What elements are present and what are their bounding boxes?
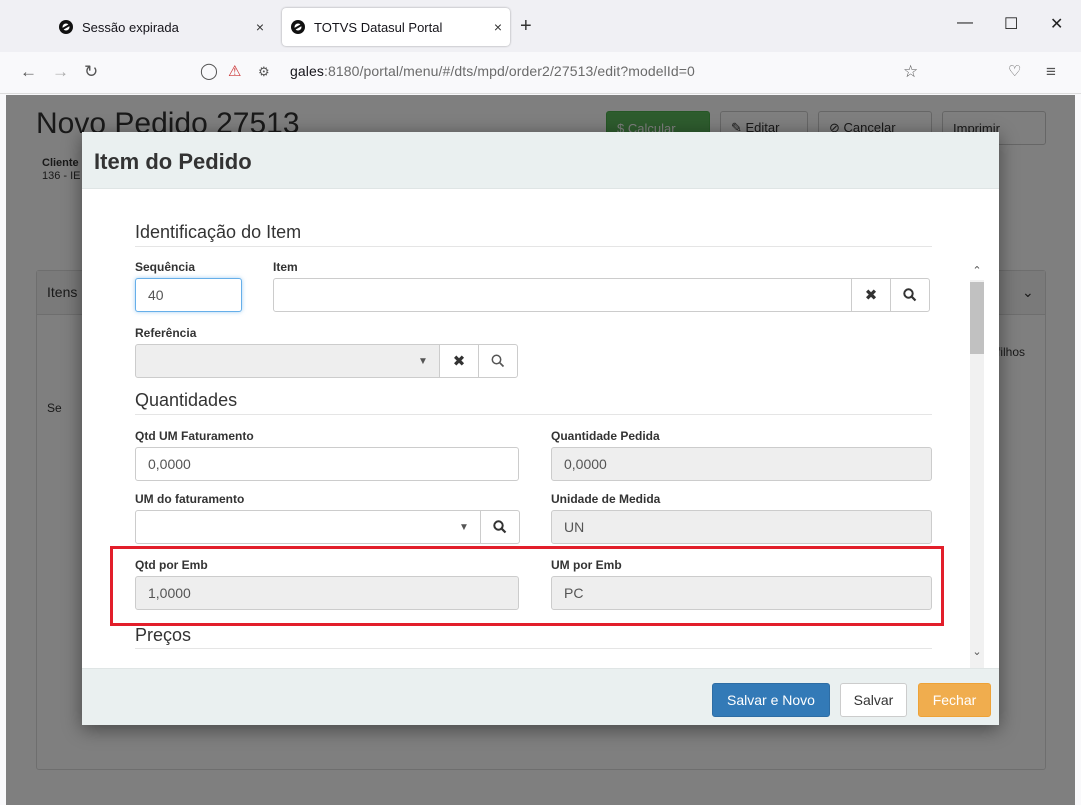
quantidade-pedida-input[interactable]: 0,0000 <box>551 447 932 481</box>
pocket-icon[interactable]: ♡ <box>1008 63 1021 81</box>
um-faturamento-search-icon[interactable] <box>480 510 520 544</box>
um-faturamento-select[interactable] <box>135 510 481 544</box>
minimize-icon[interactable]: — <box>957 14 973 32</box>
item-search-icon[interactable] <box>890 278 930 312</box>
um-faturamento-label: UM do faturamento <box>135 492 245 506</box>
browser-titlebar: Sessão expirada × TOTVS Datasul Portal ×… <box>0 0 1081 52</box>
maximize-icon[interactable]: ☐ <box>1004 14 1018 34</box>
permissions-icon[interactable]: ⚙ <box>258 63 270 81</box>
salvar-e-novo-button[interactable]: Salvar e Novo <box>712 683 830 717</box>
unidade-medida-input[interactable]: UN <box>551 510 932 544</box>
url-text[interactable]: gales:8180/portal/menu/#/dts/mpd/order2/… <box>290 63 695 79</box>
menu-icon[interactable]: ≡ <box>1046 63 1056 81</box>
window-close-icon[interactable]: ✕ <box>1050 14 1063 34</box>
tab-totvs-datasul-portal[interactable]: TOTVS Datasul Portal × <box>282 8 510 46</box>
section-divider <box>135 414 932 415</box>
quantidade-pedida-label: Quantidade Pedida <box>551 429 660 443</box>
scroll-up-icon[interactable]: ⌃ <box>970 264 984 277</box>
referencia-select[interactable] <box>135 344 440 378</box>
um-faturamento-caret-icon[interactable]: ▼ <box>459 522 469 533</box>
salvar-button[interactable]: Salvar <box>840 683 907 717</box>
sequencia-label: Sequência <box>135 260 196 274</box>
referencia-search-icon[interactable] <box>478 344 518 378</box>
item-do-pedido-modal: Item do Pedido Identificação do Item Seq… <box>82 132 999 725</box>
item-label: Item <box>273 260 298 274</box>
modal-header: Item do Pedido <box>82 132 999 189</box>
totvs-favicon-icon <box>291 20 305 34</box>
referencia-label: Referência <box>135 326 197 340</box>
tab-label: Sessão expirada <box>82 19 179 35</box>
qtd-um-faturamento-label: Qtd UM Faturamento <box>135 429 254 443</box>
section-precos: Preços <box>135 625 192 645</box>
section-divider <box>135 246 932 247</box>
qtd-um-faturamento-input[interactable]: 0,0000 <box>135 447 519 481</box>
item-input[interactable] <box>273 278 852 312</box>
tab-close-icon[interactable]: × <box>486 19 510 35</box>
fechar-button[interactable]: Fechar <box>918 683 991 717</box>
url-path: :8180/portal/menu/#/dts/mpd/order2/27513… <box>323 63 695 79</box>
modal-scrollbar-thumb[interactable] <box>970 282 984 354</box>
referencia-clear-icon[interactable]: ✖ <box>439 344 479 378</box>
referencia-caret-icon[interactable]: ▼ <box>418 356 428 367</box>
lock-insecure-icon[interactable]: ⚠ <box>228 63 241 81</box>
item-clear-icon[interactable]: ✖ <box>851 278 891 312</box>
scroll-down-icon[interactable]: ⌄ <box>970 645 984 658</box>
unidade-medida-label: Unidade de Medida <box>551 492 661 506</box>
section-divider <box>135 648 932 649</box>
tab-close-icon[interactable]: × <box>248 19 272 35</box>
reload-icon[interactable]: ↻ <box>84 63 98 81</box>
new-tab-button[interactable]: + <box>520 16 532 36</box>
url-host: gales <box>290 63 324 79</box>
modal-title: Item do Pedido <box>94 149 252 174</box>
forward-icon[interactable]: → <box>52 63 69 81</box>
section-identificacao: Identificação do Item <box>135 222 302 242</box>
back-icon[interactable]: ← <box>20 63 37 81</box>
highlight-box <box>110 546 944 626</box>
tab-sessao-expirada[interactable]: Sessão expirada × <box>50 8 272 46</box>
bookmark-star-icon[interactable]: ☆ <box>903 63 918 81</box>
totvs-favicon-icon <box>59 20 73 34</box>
sequencia-input[interactable]: 40 <box>135 278 242 312</box>
section-quantidades: Quantidades <box>135 390 238 410</box>
shield-icon[interactable]: ◯ <box>200 63 218 81</box>
tab-label: TOTVS Datasul Portal <box>314 19 443 35</box>
modal-footer: Salvar e Novo Salvar Fechar <box>82 668 999 725</box>
